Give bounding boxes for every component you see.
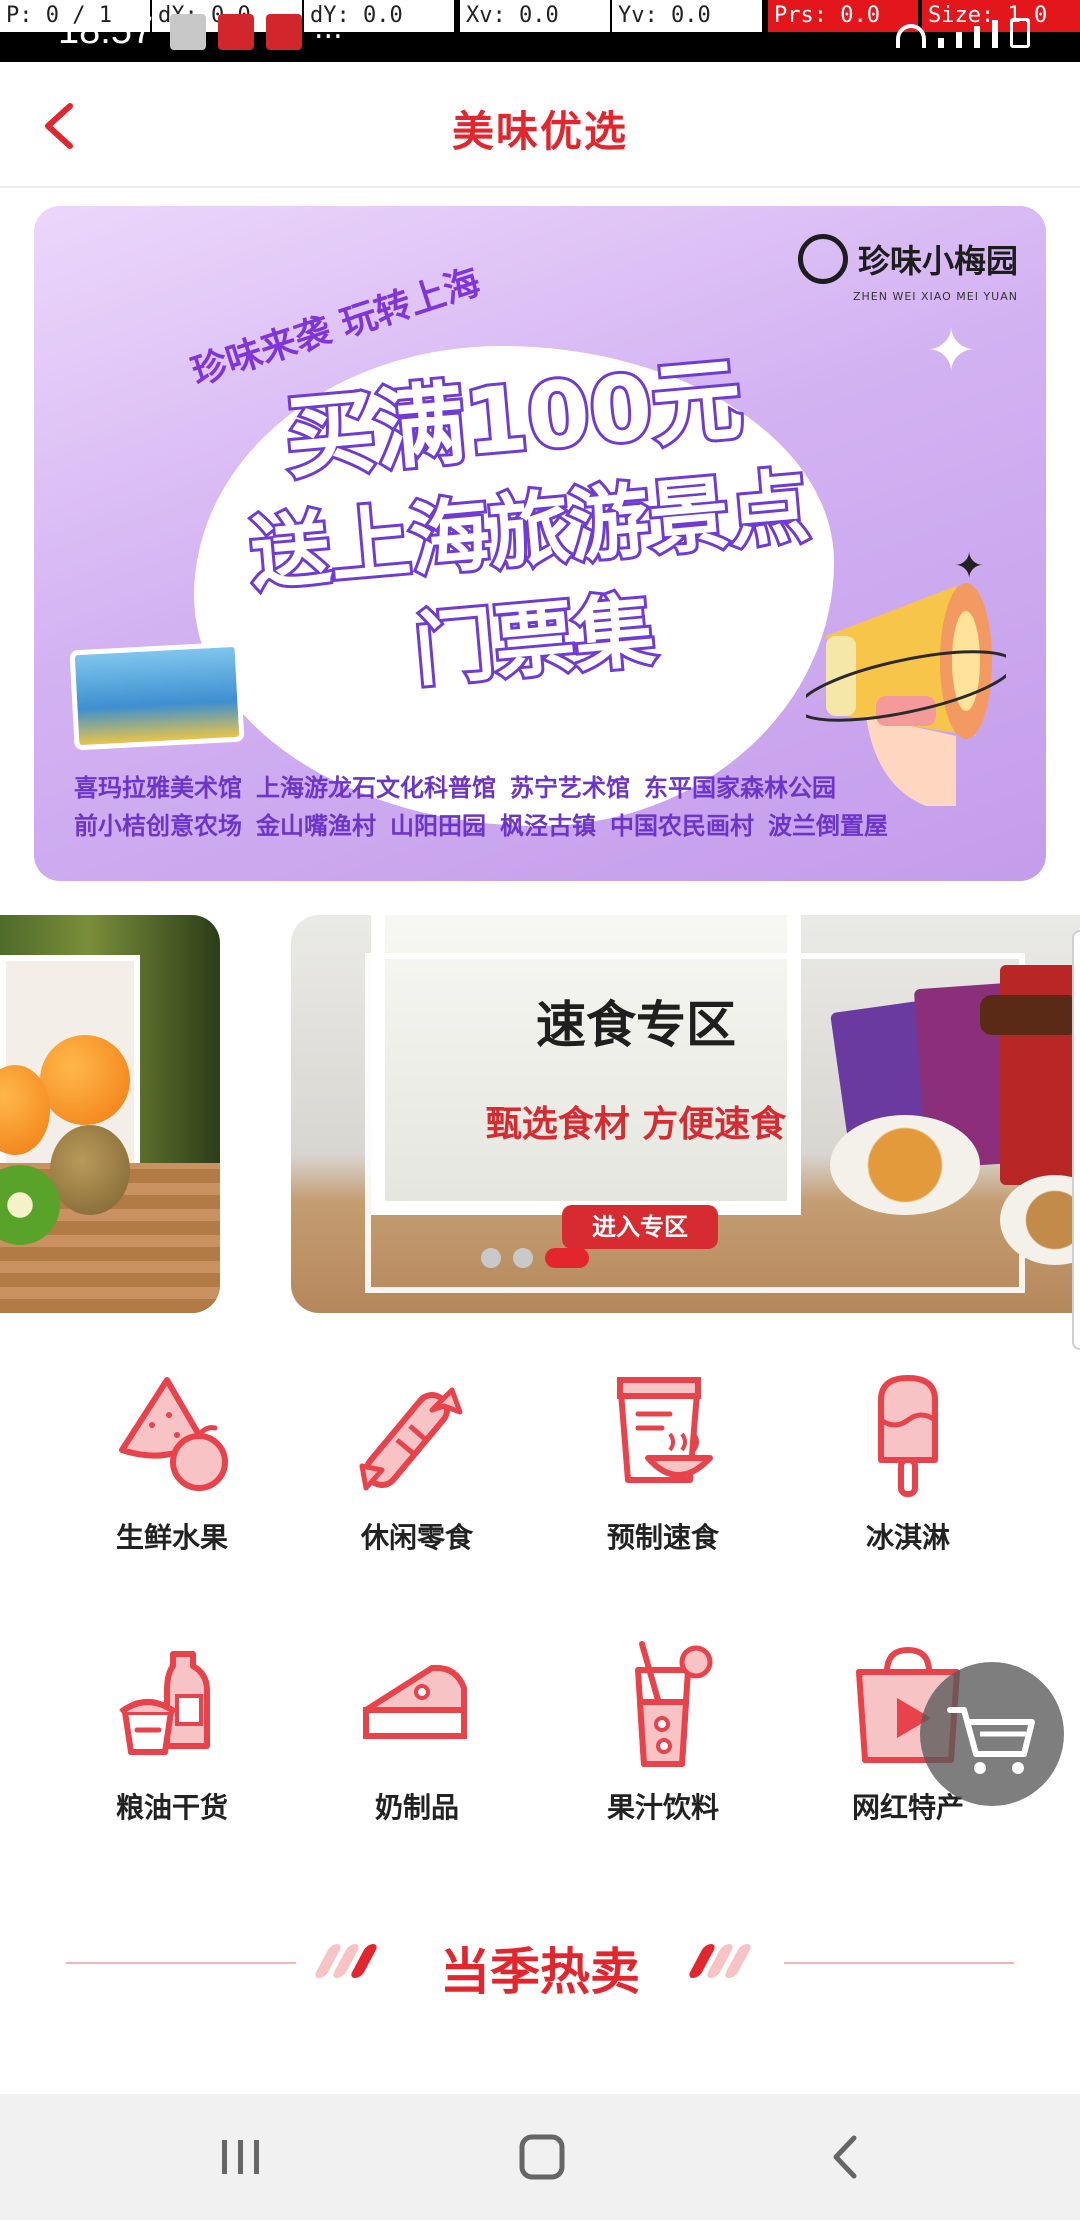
shanghai-photo <box>69 641 245 751</box>
page-title: 美味优选 <box>451 107 628 156</box>
grain-oil-icon <box>119 1651 210 1755</box>
floating-cart-button[interactable] <box>920 1662 1064 1806</box>
system-status-icons <box>896 18 1030 48</box>
promo-banner[interactable]: ✦ ✦ 珍味来袭 玩转上海 买满100元 送上海旅游景点 门票集 珍味小梅园 Z… <box>34 206 1046 881</box>
carousel-slide-instant-food[interactable]: 速食专区 甄选食材 方便速食 进入专区 <box>291 915 1080 1313</box>
app-header: 美味优选 <box>0 62 1080 188</box>
venue-row-2: 前小桔创意农场 金山嘴渔村 山阳田园 枫泾古镇 中国农民画村 波兰倒置屋 <box>74 807 954 845</box>
venue-name: 中国农民画村 <box>610 812 754 840</box>
venue-name: 东平国家森林公园 <box>644 774 836 802</box>
venue-name: 前小桔创意农场 <box>74 812 242 840</box>
product-packages <box>830 965 1080 1265</box>
noodle-bowl <box>1000 1175 1080 1265</box>
category-label: 粮油干货 <box>115 1791 228 1824</box>
signal-icon <box>938 38 944 48</box>
wifi-icon <box>896 24 926 48</box>
app-screen: P: 0 / 1 dX: 0.0 dY: 0.0 Xv: 0.0 Yv: 0.0… <box>0 0 1080 2220</box>
category-label: 预制速食 <box>606 1521 719 1554</box>
venue-name: 苏宁艺术馆 <box>510 774 630 802</box>
section-title: 当季热卖 <box>440 1943 640 2001</box>
category-label: 果汁饮料 <box>606 1791 719 1824</box>
more-notifications-icon: ... <box>314 11 343 46</box>
venue-list: 喜玛拉雅美术馆 上海游龙石文化科普馆 苏宁艺术馆 东平国家森林公园 前小桔创意农场 金山… <box>74 769 954 845</box>
signal-bar <box>956 32 962 48</box>
battery-icon <box>1010 18 1030 48</box>
ice-cream-icon <box>878 1375 938 1497</box>
venue-name: 枫泾古镇 <box>500 812 596 840</box>
category-ice-cream[interactable]: 冰淇淋 <box>818 1370 998 1556</box>
section-heading: 当季热卖 <box>0 1924 1080 2004</box>
category-label: 奶制品 <box>374 1791 459 1824</box>
venue-name: 山阳田园 <box>390 812 486 840</box>
brand-logo: 珍味小梅园 <box>797 234 1018 284</box>
category-prepared-food[interactable]: 预制速食 <box>573 1370 753 1556</box>
kfc-notification-icon <box>218 14 254 50</box>
juice-icon <box>635 1641 713 1767</box>
kiwi-fruit <box>50 1125 130 1215</box>
home-icon[interactable] <box>512 2132 572 2182</box>
cart-icon <box>947 1707 1035 1774</box>
divider-line <box>784 1962 1014 1964</box>
kfc-notification-icon <box>266 14 302 50</box>
signal-bar <box>992 20 998 48</box>
candy-icon <box>359 1387 463 1491</box>
category-dairy[interactable]: 奶制品 <box>327 1640 507 1826</box>
signal-bar <box>974 26 980 48</box>
debug-yv: Yv: 0.0 <box>612 0 762 32</box>
sparkle-icon: ✦ <box>926 316 977 386</box>
brand-name: 珍味小梅园 <box>857 242 1018 280</box>
status-clock: 18:57 <box>58 10 154 52</box>
orange-fruit <box>40 1035 130 1125</box>
brand-name-en: ZHEN WEI XIAO MEI YUAN <box>852 290 1018 303</box>
venue-row-1: 喜玛拉雅美术馆 上海游龙石文化科普馆 苏宁艺术馆 东平国家森林公园 <box>74 769 954 807</box>
carousel-indicator <box>481 1248 589 1268</box>
category-label: 冰淇淋 <box>865 1521 950 1554</box>
banner-headline-3: 门票集 <box>408 581 661 701</box>
carousel-dot-active[interactable] <box>545 1248 589 1268</box>
category-snacks[interactable]: 休闲零食 <box>327 1370 507 1556</box>
image-notification-icon <box>170 14 206 50</box>
category-label: 生鲜水果 <box>115 1521 228 1554</box>
enter-zone-button[interactable]: 进入专区 <box>562 1205 718 1249</box>
system-nav-bar <box>0 2094 1080 2220</box>
back-icon[interactable] <box>816 2132 876 2182</box>
category-juice[interactable]: 果汁饮料 <box>573 1640 753 1826</box>
notification-icons: ... <box>170 14 343 50</box>
carousel-dot[interactable] <box>481 1248 501 1268</box>
category-label: 休闲零食 <box>360 1521 473 1554</box>
venue-name: 喜玛拉雅美术馆 <box>74 774 242 802</box>
watermelon-icon <box>119 1377 228 1491</box>
slash-decoration <box>686 1944 754 1978</box>
instant-food-icon <box>617 1377 713 1483</box>
venue-name: 波兰倒置屋 <box>768 812 888 840</box>
debug-xv: Xv: 0.0 <box>460 0 610 32</box>
cheese-icon <box>363 1664 467 1739</box>
venue-name: 上海游龙石文化科普馆 <box>256 774 496 802</box>
product-package <box>980 995 1080 1035</box>
carousel-dot[interactable] <box>513 1248 533 1268</box>
next-slide-edge <box>1072 930 1080 1350</box>
plum-blossom-icon <box>797 234 848 284</box>
venue-name: 金山嘴渔村 <box>256 812 376 840</box>
status-bar: P: 0 / 1 dX: 0.0 dY: 0.0 Xv: 0.0 Yv: 0.0… <box>0 0 1080 62</box>
category-fresh-fruit[interactable]: 生鲜水果 <box>82 1370 262 1556</box>
carousel-slide-fruit[interactable] <box>0 915 220 1313</box>
category-grain-oil[interactable]: 粮油干货 <box>82 1640 262 1826</box>
recents-icon[interactable] <box>210 2132 270 2182</box>
noodle-bowl <box>830 1115 980 1215</box>
